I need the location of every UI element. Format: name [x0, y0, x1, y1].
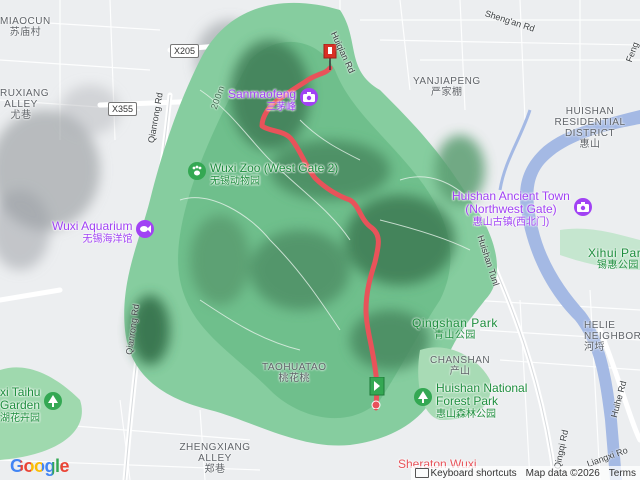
poi-taihu-garden[interactable]: xi Taihu Garden 湖花卉园: [0, 386, 63, 425]
map-data-attribution: Map data ©2026: [525, 467, 600, 479]
poi-wuxi-aquarium[interactable]: Wuxi Aquarium 无锡海洋馆: [52, 220, 155, 246]
camera-icon: [573, 198, 592, 216]
area-label-helie: HELIE NEIGHBORHO河埒: [584, 320, 640, 353]
area-label-chanshan: CHANSHAN 产山: [430, 355, 491, 377]
camera-icon: [300, 88, 319, 106]
poi-huishan-forest-park[interactable]: Huishan National Forest Park 惠山森林公园: [414, 382, 527, 421]
route-shield-x355: X355: [108, 102, 138, 116]
area-label-taohuatao: TAOHUATAO 桃花桃: [262, 362, 327, 384]
park-label-xihui[interactable]: Xihui Park锡惠公园: [588, 247, 640, 271]
paw-icon: [188, 162, 206, 180]
park-label-qingshan[interactable]: Qingshan Park 青山公园: [412, 317, 498, 341]
map-canvas[interactable]: 200m MIAOCUN 苏庙村 RUXIANG ALLEY 尤巷 YANJIAPE…: [0, 0, 640, 480]
tree-icon: [414, 388, 432, 406]
area-label-yanjiapeng: YANJIAPENG 严家棚: [413, 76, 481, 98]
poi-sanmaofeng[interactable]: Sanmaofeng 三茅峰: [228, 88, 319, 114]
area-label-ruxiang: RUXIANG ALLEY 尤巷: [0, 88, 50, 121]
keyboard-icon: [414, 467, 429, 478]
fish-icon: [136, 220, 155, 238]
area-label-miaocun: MIAOCUN 苏庙村: [0, 16, 51, 38]
map-footer: Keyboard shortcuts Map data ©2026 Terms: [410, 466, 640, 480]
area-label-huishan-residential: HUISHAN RESIDENTIAL DISTRICT 惠山: [554, 106, 626, 150]
poi-wuxi-zoo[interactable]: Wuxi Zoo (West Gate 2) 无锡动物园: [188, 162, 338, 188]
tree-icon: [44, 392, 63, 410]
keyboard-shortcuts-link[interactable]: Keyboard shortcuts: [414, 467, 517, 479]
terms-link[interactable]: Terms: [609, 468, 636, 479]
start-marker-icon[interactable]: [368, 377, 386, 409]
google-logo: Google: [10, 456, 70, 476]
poi-huishan-ancient-town[interactable]: Huishan Ancient Town (Northwest Gate) 惠山古镇…: [452, 190, 592, 229]
area-label-zhengxiang: ZHENGXIANG ALLEY 郑巷: [179, 442, 251, 475]
route-shield-x205: X205: [170, 44, 200, 58]
